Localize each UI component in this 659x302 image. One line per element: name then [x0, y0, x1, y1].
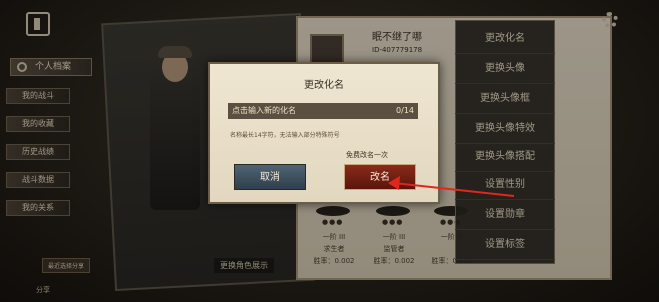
game-screen: 个人档案 我的战斗 我的收藏 历史战绩 战斗数据 我的关系 更换角色展示 最近选… [0, 0, 659, 302]
annotation-arrow [388, 176, 515, 197]
